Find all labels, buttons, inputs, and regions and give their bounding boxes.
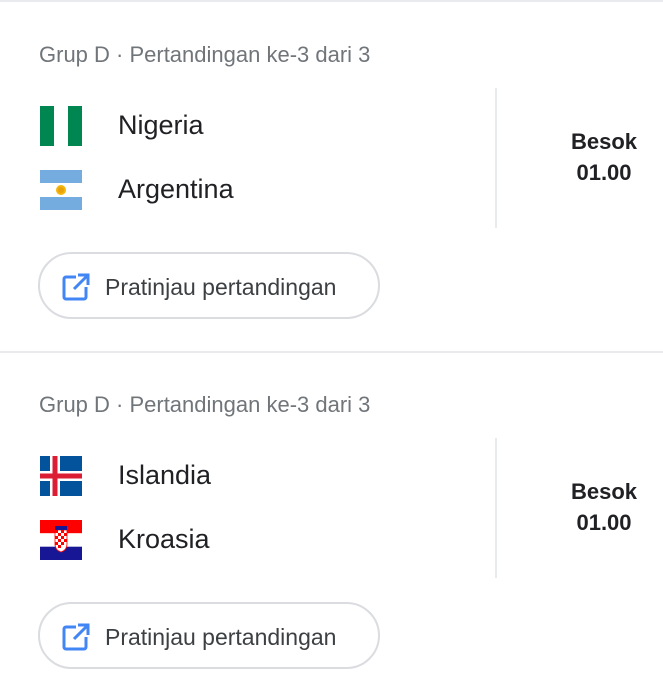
match-card[interactable]: Grup D · Pertandingan ke-3 dari 3 Island…	[0, 352, 663, 695]
match-time: Besok 01.00	[545, 476, 663, 538]
preview-button-label: Pratinjau pertandingan	[105, 624, 337, 650]
match-day: Besok	[570, 129, 638, 154]
argentina-flag-icon	[40, 170, 82, 210]
team-row-argentina[interactable]: Argentina	[40, 168, 234, 212]
match-hour: 01.00	[576, 510, 632, 535]
preview-button-label: Pratinjau pertandingan	[105, 274, 337, 300]
team-name: Argentina	[118, 174, 234, 204]
match-time: Besok 01.00	[545, 126, 663, 188]
team-row-croatia[interactable]: Kroasia	[40, 518, 210, 562]
match-header: Grup D · Pertandingan ke-3 dari 3	[39, 392, 371, 417]
match-preview-button[interactable]: Pratinjau pertandingan	[38, 252, 380, 319]
team-name: Islandia	[118, 460, 212, 490]
iceland-flag-icon	[40, 456, 82, 496]
match-card[interactable]: Grup D · Pertandingan ke-3 dari 3 Nigeri…	[0, 2, 663, 353]
open-external-icon	[62, 273, 90, 301]
match-header: Grup D · Pertandingan ke-3 dari 3	[39, 42, 371, 67]
croatia-flag-icon	[40, 520, 82, 560]
team-row-nigeria[interactable]: Nigeria	[40, 104, 204, 148]
team-row-iceland[interactable]: Islandia	[40, 454, 211, 498]
vertical-divider	[495, 88, 497, 228]
team-name: Nigeria	[118, 110, 204, 140]
match-day: Besok	[570, 479, 638, 504]
vertical-divider	[495, 438, 497, 578]
match-preview-button[interactable]: Pratinjau pertandingan	[38, 602, 380, 669]
open-external-icon	[62, 623, 90, 651]
team-name: Kroasia	[118, 524, 210, 554]
nigeria-flag-icon	[40, 106, 82, 146]
match-hour: 01.00	[576, 160, 632, 185]
